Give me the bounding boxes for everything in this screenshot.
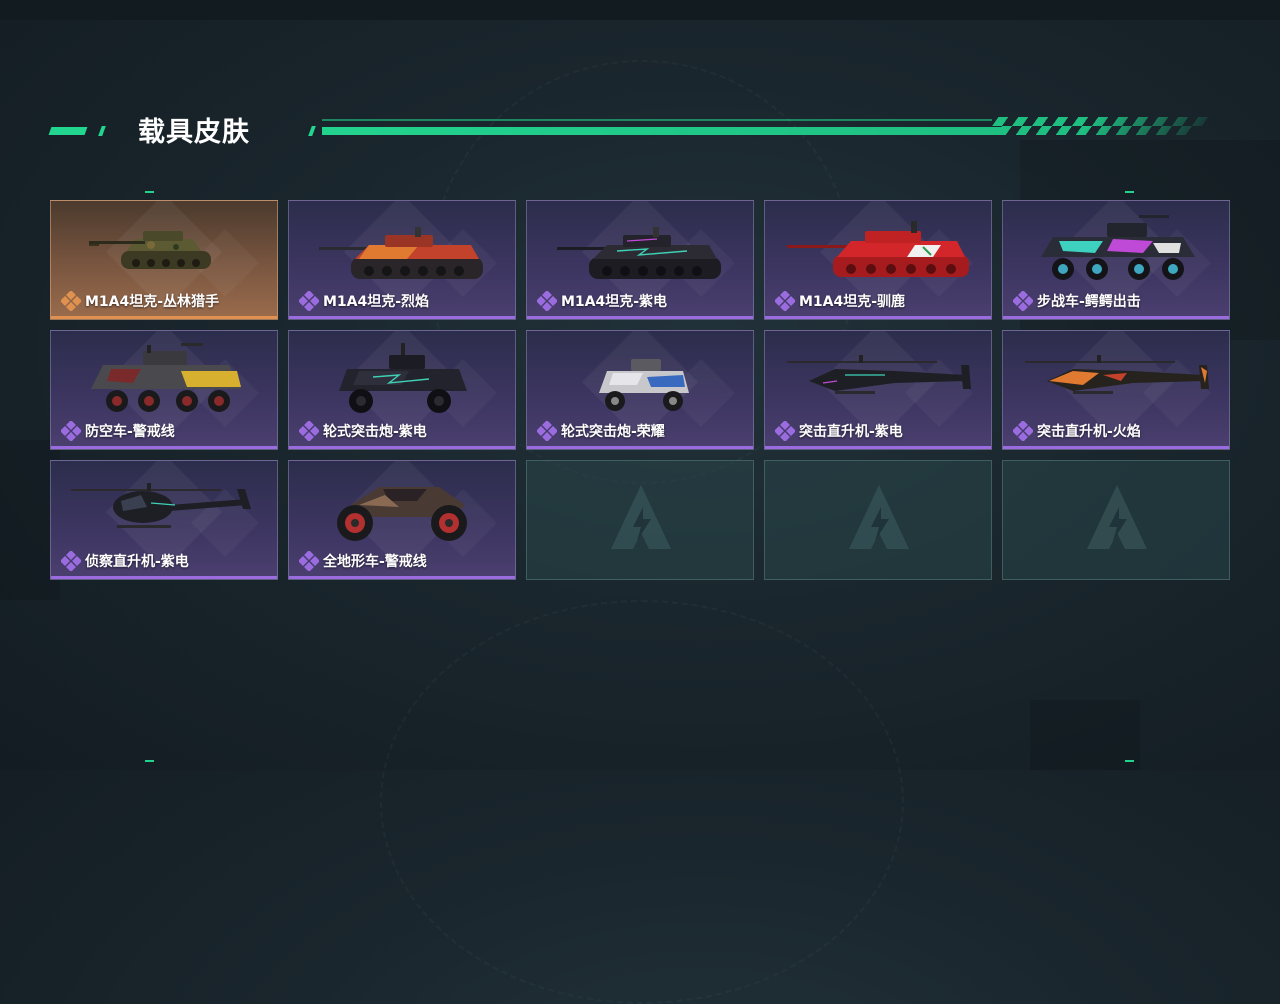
skin-card[interactable]: M1A4坦克-丛林猎手 <box>50 200 278 320</box>
attack-helicopter-icon <box>787 355 971 394</box>
skin-card[interactable]: M1A4坦克-驯鹿 <box>764 200 992 320</box>
skin-label: 侦察直升机-紫电 <box>85 554 189 570</box>
corner-mark <box>1125 760 1134 762</box>
skin-label: 突击直升机-火焰 <box>1037 424 1141 440</box>
background-building <box>1030 700 1140 770</box>
header-divider <box>322 119 992 121</box>
rarity-purple-icon <box>537 421 557 441</box>
tank-icon <box>557 227 721 279</box>
skin-caption: 轮式突击炮-紫电 <box>299 421 427 441</box>
attack-helicopter-icon <box>1025 355 1209 394</box>
skin-caption: M1A4坦克-烈焰 <box>299 291 429 311</box>
aa-vehicle-icon <box>91 343 241 412</box>
tank-icon <box>89 231 211 269</box>
empty-slot <box>526 460 754 580</box>
skin-label: M1A4坦克-丛林猎手 <box>85 294 220 310</box>
rarity-purple-icon <box>1013 421 1033 441</box>
skin-caption: 突击直升机-火焰 <box>1013 421 1141 441</box>
skin-caption: 全地形车-警戒线 <box>299 551 427 571</box>
rarity-purple-icon <box>299 551 319 571</box>
rarity-purple-icon <box>61 551 81 571</box>
skin-card[interactable]: 突击直升机-紫电 <box>764 330 992 450</box>
skin-card[interactable]: 轮式突击炮-荣耀 <box>526 330 754 450</box>
tank-icon <box>319 227 483 279</box>
skin-label: 防空车-警戒线 <box>85 424 175 440</box>
skin-label: 步战车-鳄鳄出击 <box>1037 294 1141 310</box>
scout-helicopter-icon <box>71 483 251 528</box>
skin-caption: 轮式突击炮-荣耀 <box>537 421 665 441</box>
skin-caption: M1A4坦克-紫电 <box>537 291 667 311</box>
skin-card[interactable]: 轮式突击炮-紫电 <box>288 330 516 450</box>
skin-card[interactable]: M1A4坦克-烈焰 <box>288 200 516 320</box>
header-accent <box>48 127 88 135</box>
skin-card[interactable]: 全地形车-警戒线 <box>288 460 516 580</box>
skin-card[interactable]: 侦察直升机-紫电 <box>50 460 278 580</box>
skin-label: M1A4坦克-紫电 <box>561 294 668 310</box>
page-title: 载具皮肤 <box>138 117 250 148</box>
armored-car-icon <box>599 359 689 411</box>
ifv-icon <box>1041 215 1195 280</box>
rarity-purple-icon <box>61 421 81 441</box>
top-bar <box>0 0 1280 20</box>
game-logo-icon <box>611 485 671 549</box>
skin-label: 全地形车-警戒线 <box>323 554 427 570</box>
background-ring <box>380 600 904 1004</box>
header-divider <box>322 127 1002 135</box>
skin-caption: 防空车-警戒线 <box>61 421 175 441</box>
corner-mark <box>145 760 154 762</box>
skin-card[interactable]: 防空车-警戒线 <box>50 330 278 450</box>
skin-card[interactable]: M1A4坦克-紫电 <box>526 200 754 320</box>
skin-caption: M1A4坦克-驯鹿 <box>775 291 905 311</box>
skin-label: 突击直升机-紫电 <box>799 424 903 440</box>
skin-label: 轮式突击炮-荣耀 <box>561 424 665 440</box>
skin-caption: 突击直升机-紫电 <box>775 421 903 441</box>
skin-card[interactable]: 突击直升机-火焰 <box>1002 330 1230 450</box>
armored-car-icon <box>339 343 467 413</box>
skin-caption: 步战车-鳄鳄出击 <box>1013 291 1141 311</box>
header-checker-pattern <box>985 117 1209 135</box>
corner-mark <box>145 191 154 193</box>
corner-mark <box>1125 191 1134 193</box>
rarity-gold-icon <box>61 291 81 311</box>
game-logo-icon <box>1087 485 1147 549</box>
skin-card[interactable]: 步战车-鳄鳄出击 <box>1002 200 1230 320</box>
tank-icon <box>787 221 969 277</box>
atv-icon <box>337 487 467 541</box>
rarity-purple-icon <box>299 291 319 311</box>
header-accent <box>98 126 106 136</box>
rarity-purple-icon <box>537 291 557 311</box>
rarity-purple-icon <box>299 421 319 441</box>
skin-label: 轮式突击炮-紫电 <box>323 424 427 440</box>
skin-label: M1A4坦克-烈焰 <box>323 294 430 310</box>
empty-slot <box>764 460 992 580</box>
skin-caption: M1A4坦克-丛林猎手 <box>61 291 219 311</box>
rarity-purple-icon <box>1013 291 1033 311</box>
skin-caption: 侦察直升机-紫电 <box>61 551 189 571</box>
empty-slot <box>1002 460 1230 580</box>
header-accent <box>308 126 316 136</box>
rarity-purple-icon <box>775 421 795 441</box>
rarity-purple-icon <box>775 291 795 311</box>
game-logo-icon <box>849 485 909 549</box>
skin-grid: M1A4坦克-丛林猎手 M1A4坦克-烈焰 M1A4坦克-紫电 M1A4坦克-驯… <box>50 200 1230 580</box>
skin-label: M1A4坦克-驯鹿 <box>799 294 906 310</box>
